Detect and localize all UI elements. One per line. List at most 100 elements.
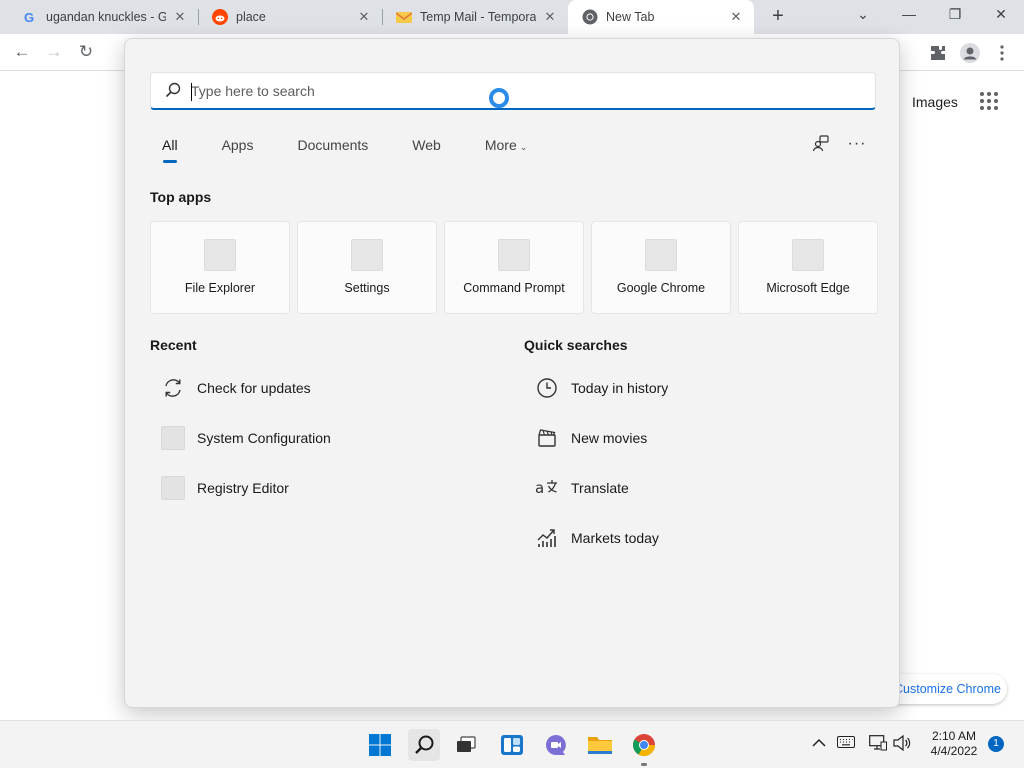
recent-item-system-configuration[interactable]: System Configuration (161, 418, 331, 458)
list-item-label: New movies (571, 430, 648, 446)
app-tile-label: Google Chrome (616, 281, 706, 295)
browser-tab-temp-mail[interactable]: Temp Mail - Temporary ✕ (382, 0, 568, 34)
taskbar-search-icon[interactable] (408, 729, 440, 761)
app-tile-label: Microsoft Edge (766, 281, 850, 295)
close-icon[interactable]: ✕ (356, 9, 372, 25)
quick-search-markets-today[interactable]: Markets today (535, 518, 659, 558)
extensions-icon[interactable] (926, 41, 950, 65)
back-button[interactable]: ← (10, 41, 34, 65)
start-windows-icon[interactable] (364, 729, 396, 761)
chrome-icon (582, 9, 598, 25)
kebab-menu-icon[interactable] (990, 41, 1014, 65)
show-hidden-icons-chevron-icon[interactable] (809, 735, 829, 751)
close-icon[interactable]: ✕ (728, 9, 744, 25)
app-tile-command-prompt[interactable]: Command Prompt (444, 221, 584, 314)
app-placeholder-icon (498, 239, 530, 271)
text-caret (191, 83, 192, 101)
tab-search-chevron-icon[interactable]: ⌄ (840, 0, 886, 30)
close-icon[interactable]: ✕ (542, 9, 558, 25)
quick-search-translate[interactable]: a Translate (535, 468, 629, 508)
browser-tab-reddit[interactable]: place ✕ (198, 0, 382, 34)
search-box[interactable] (150, 72, 876, 110)
running-indicator (641, 763, 647, 766)
reload-button[interactable]: ↻ (74, 41, 98, 65)
app-tile-settings[interactable]: Settings (297, 221, 437, 314)
restore-button[interactable]: ❐ (932, 0, 978, 30)
google-g-icon: G (22, 9, 38, 25)
quick-search-today-in-history[interactable]: Today in history (535, 368, 668, 408)
quick-search-new-movies[interactable]: New movies (535, 418, 647, 458)
forward-button[interactable]: → (42, 41, 66, 65)
placeholder-icon (161, 476, 185, 500)
tab-title: ugandan knuckles - Go (46, 10, 166, 24)
temp-mail-icon (396, 9, 412, 25)
filter-tab-all[interactable]: All (150, 135, 189, 165)
app-tile-label: Settings (344, 281, 390, 295)
volume-icon[interactable] (892, 734, 912, 754)
profile-avatar-icon[interactable] (958, 41, 982, 65)
more-options-icon[interactable]: ··· (844, 135, 870, 157)
sync-icon (161, 376, 185, 400)
top-apps-heading: Top apps (150, 189, 212, 205)
notification-badge[interactable]: 1 (988, 736, 1004, 752)
svg-text:G: G (24, 10, 34, 24)
list-item-label: Markets today (571, 530, 659, 546)
list-item-label: Check for updates (197, 380, 311, 396)
search-filter-tabs: All Apps Documents Web More ⌄ (150, 135, 560, 165)
app-tile-microsoft-edge[interactable]: Microsoft Edge (738, 221, 878, 314)
task-view-icon[interactable] (450, 729, 482, 761)
browser-tab-new-tab[interactable]: New Tab ✕ (568, 0, 754, 34)
images-link[interactable]: Images (912, 94, 958, 110)
google-apps-icon[interactable] (980, 92, 1000, 112)
recent-heading: Recent (150, 337, 197, 353)
network-icon[interactable] (868, 735, 888, 754)
system-clock[interactable]: 2:10 AM 4/4/2022 (922, 729, 986, 759)
widgets-icon[interactable] (496, 729, 528, 761)
file-explorer-icon[interactable] (584, 729, 616, 761)
app-placeholder-icon (645, 239, 677, 271)
teams-chat-icon[interactable] (540, 729, 572, 761)
clapperboard-icon (535, 426, 559, 450)
app-tile-file-explorer[interactable]: File Explorer (150, 221, 290, 314)
switch-account-icon[interactable] (808, 135, 834, 157)
filter-tab-documents[interactable]: Documents (286, 135, 379, 165)
taskbar: 2:10 AM 4/4/2022 1 (0, 720, 1024, 768)
list-item-label: Registry Editor (197, 480, 289, 496)
new-tab-button[interactable]: + (766, 5, 790, 29)
filter-tab-more-label: More (484, 137, 517, 153)
top-apps-row: File Explorer Settings Command Prompt Go… (150, 221, 878, 314)
clock-icon (535, 376, 559, 400)
app-placeholder-icon (204, 239, 236, 271)
clock-date: 4/4/2022 (930, 744, 978, 758)
close-icon[interactable]: ✕ (172, 9, 188, 25)
svg-text:a: a (535, 479, 544, 497)
chart-icon (535, 526, 559, 550)
filter-tab-more[interactable]: More ⌄ (474, 135, 538, 165)
tab-title: place (236, 10, 266, 24)
placeholder-icon (161, 426, 185, 450)
clock-time: 2:10 AM (931, 729, 977, 743)
chevron-down-icon: ⌄ (519, 142, 528, 152)
tab-title: New Tab (606, 10, 655, 24)
chrome-taskbar-icon[interactable] (628, 729, 660, 761)
search-input[interactable] (191, 79, 831, 103)
list-item-label: System Configuration (197, 430, 331, 446)
keyboard-icon[interactable] (836, 735, 856, 751)
app-placeholder-icon (351, 239, 383, 271)
app-tile-google-chrome[interactable]: Google Chrome (591, 221, 731, 314)
browser-tab-google[interactable]: G ugandan knuckles - Go ✕ (8, 0, 198, 34)
tab-title: Temp Mail - Temporary (420, 10, 536, 24)
list-item-label: Translate (571, 480, 629, 496)
quick-searches-heading: Quick searches (524, 337, 628, 353)
minimize-button[interactable]: — (886, 0, 932, 30)
app-tile-label: File Explorer (184, 281, 256, 295)
recent-item-registry-editor[interactable]: Registry Editor (161, 468, 289, 508)
search-icon (165, 82, 183, 100)
tab-strip: G ugandan knuckles - Go ✕ place ✕ Temp M… (0, 0, 1024, 34)
window-close-button[interactable]: ✕ (978, 0, 1024, 30)
recent-item-check-for-updates[interactable]: Check for updates (161, 368, 311, 408)
translate-icon: a (535, 476, 559, 500)
filter-tab-apps[interactable]: Apps (211, 135, 265, 165)
reddit-icon (212, 9, 228, 25)
filter-tab-web[interactable]: Web (401, 135, 452, 165)
